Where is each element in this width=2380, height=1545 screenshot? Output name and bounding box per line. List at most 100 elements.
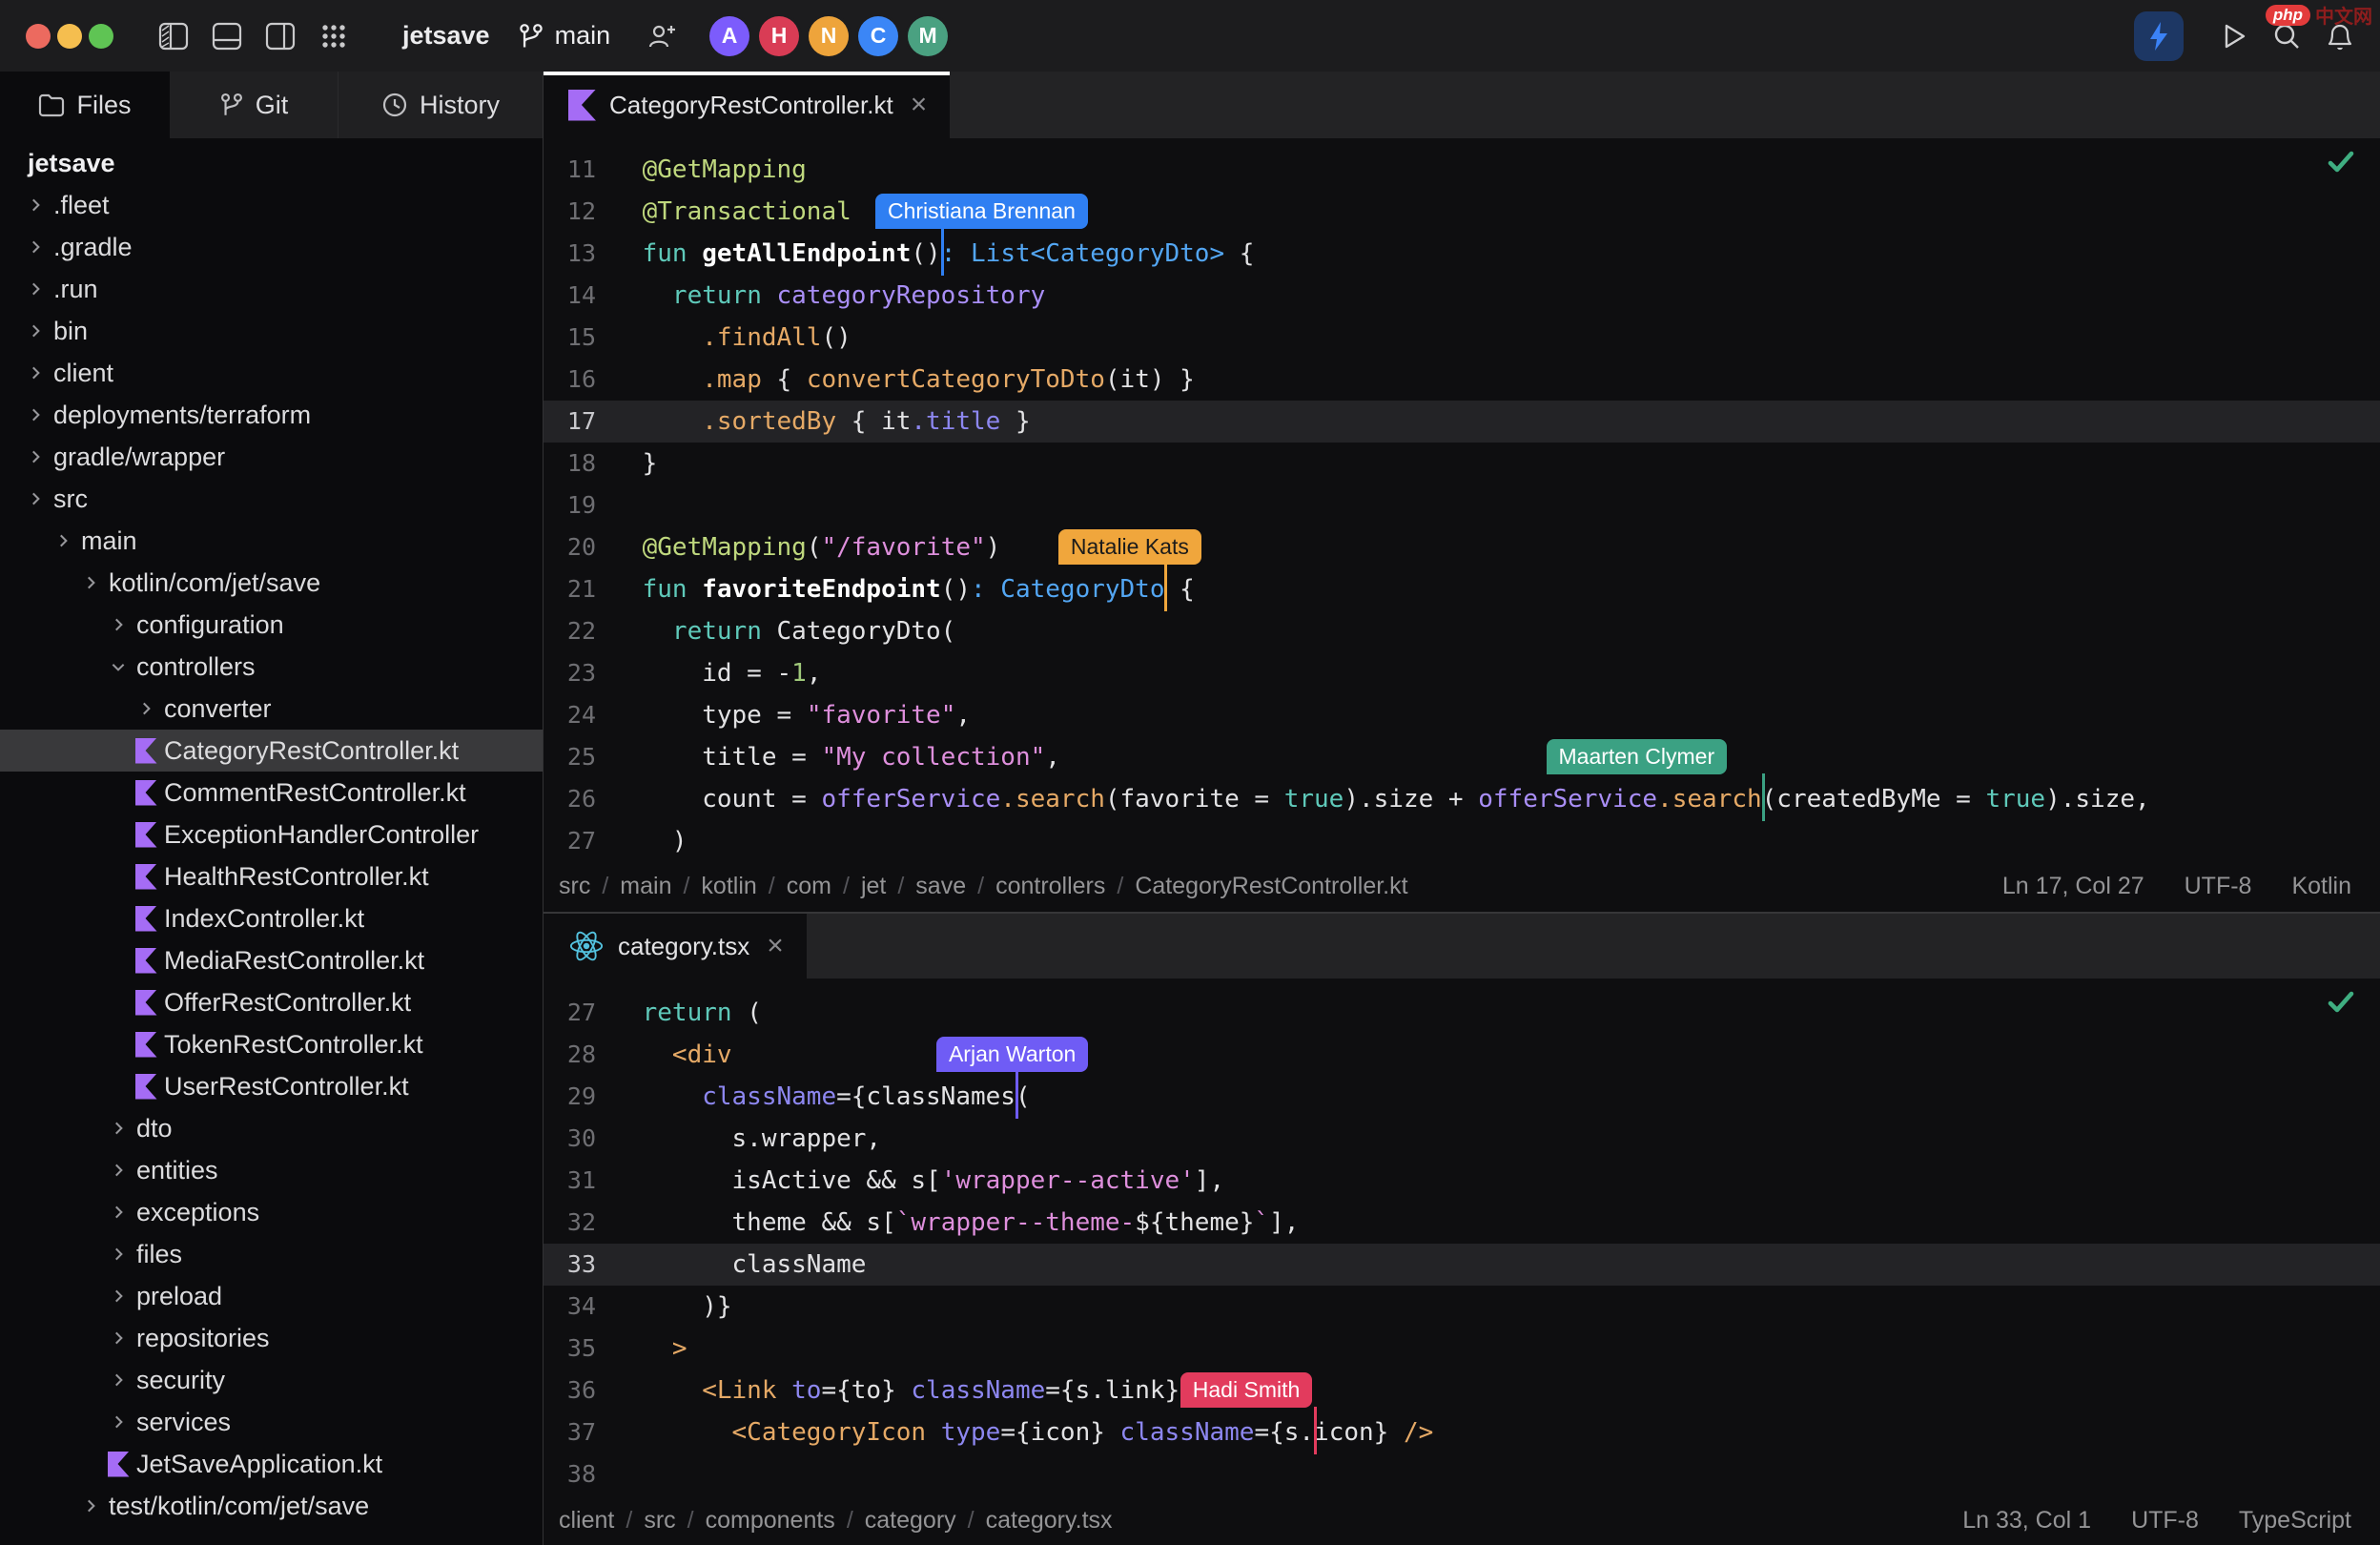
code-line-35[interactable]: 35 > — [544, 1328, 2380, 1370]
code-line-23[interactable]: 23 id = -1, — [544, 652, 2380, 694]
tree-item-userrestcontroller.kt[interactable]: UserRestController.kt — [0, 1065, 543, 1107]
tree-item-deployments-terraform[interactable]: deployments/terraform — [0, 394, 543, 436]
code-line-21[interactable]: 21 fun favoriteEndpoint(): CategoryDto { — [544, 568, 2380, 610]
file-language[interactable]: Kotlin — [2291, 873, 2351, 900]
tree-item-jetsaveapplication.kt[interactable]: JetSaveApplication.kt — [0, 1443, 543, 1485]
code-line-37[interactable]: 37 <CategoryIcon type={icon} className={… — [544, 1411, 2380, 1453]
tree-item-files[interactable]: files — [0, 1233, 543, 1275]
toggle-right-panel-icon[interactable] — [258, 14, 302, 58]
code-line-31[interactable]: 31 isActive && s['wrapper--active'], — [544, 1160, 2380, 1202]
file-encoding[interactable]: UTF-8 — [2185, 873, 2252, 900]
tree-item-exceptionhandlercontroller[interactable]: ExceptionHandlerController — [0, 814, 543, 855]
tree-item-preload[interactable]: preload — [0, 1275, 543, 1317]
tree-item-main[interactable]: main — [0, 520, 543, 562]
tree-item-mediarestcontroller.kt[interactable]: MediaRestController.kt — [0, 939, 543, 981]
editor-tab-CategoryRestController.kt[interactable]: CategoryRestController.kt× — [544, 72, 950, 138]
code-line-27[interactable]: 27 ) — [544, 820, 2380, 860]
breadcrumb-segment[interactable]: category.tsx — [986, 1507, 1113, 1535]
tree-item-gradle-wrapper[interactable]: gradle/wrapper — [0, 436, 543, 478]
code-line-17[interactable]: 17 .sortedBy { it.title } — [544, 401, 2380, 443]
code-line-29[interactable]: 29 className={classNames( — [544, 1076, 2380, 1118]
tree-item-exceptions[interactable]: exceptions — [0, 1191, 543, 1233]
collaboration-active-button[interactable] — [2134, 11, 2184, 61]
code-line-19[interactable]: 19 — [544, 484, 2380, 526]
avatar-natalie-kats[interactable]: N — [809, 16, 849, 56]
avatar-arjan-warton[interactable]: A — [709, 16, 749, 56]
caret-position[interactable]: Ln 17, Col 27 — [2002, 873, 2144, 900]
run-button[interactable] — [2211, 14, 2255, 58]
tree-item-src[interactable]: src — [0, 478, 543, 520]
tree-item-entities[interactable]: entities — [0, 1149, 543, 1191]
breadcrumb-segment[interactable]: jet — [861, 873, 886, 900]
git-branch-selector[interactable]: main — [517, 21, 611, 51]
breadcrumb-segment[interactable]: CategoryRestController.kt — [1135, 873, 1407, 900]
breadcrumb-segment[interactable]: save — [915, 873, 966, 900]
project-name[interactable]: jetsave — [402, 21, 490, 51]
code-line-32[interactable]: 32 theme && s[`wrapper--theme-${theme}`]… — [544, 1202, 2380, 1244]
caret-position[interactable]: Ln 33, Col 1 — [1962, 1507, 2091, 1535]
tree-item-offerrestcontroller.kt[interactable]: OfferRestController.kt — [0, 981, 543, 1023]
file-encoding[interactable]: UTF-8 — [2131, 1507, 2199, 1535]
code-line-18[interactable]: 18 } — [544, 443, 2380, 484]
avatar-christiana-brennan[interactable]: C — [858, 16, 898, 56]
breadcrumb-segment[interactable]: main — [620, 873, 671, 900]
tab-files[interactable]: Files — [0, 72, 170, 138]
tree-item-configuration[interactable]: configuration — [0, 604, 543, 646]
tree-item-.run[interactable]: .run — [0, 268, 543, 310]
workspaces-grid-icon[interactable] — [312, 14, 356, 58]
code-line-22[interactable]: 22 return CategoryDto( — [544, 610, 2380, 652]
minimize-window-button[interactable] — [57, 24, 82, 49]
code-line-24[interactable]: 24 type = "favorite", — [544, 694, 2380, 736]
breadcrumb-segment[interactable]: components — [706, 1507, 835, 1535]
code-line-38[interactable]: 38 — [544, 1453, 2380, 1495]
code-line-13[interactable]: 13 fun getAllEndpoint(): List<CategoryDt… — [544, 233, 2380, 275]
tree-item-client[interactable]: client — [0, 352, 543, 394]
tree-item-.fleet[interactable]: .fleet — [0, 184, 543, 226]
code-line-33[interactable]: 33 className — [544, 1244, 2380, 1286]
tree-item-commentrestcontroller.kt[interactable]: CommentRestController.kt — [0, 772, 543, 814]
close-icon[interactable]: × — [767, 932, 784, 960]
close-icon[interactable]: × — [911, 91, 928, 119]
breadcrumb-segment[interactable]: controllers — [995, 873, 1105, 900]
code-line-20[interactable]: 20 @GetMapping("/favorite") — [544, 526, 2380, 568]
tree-item-dto[interactable]: dto — [0, 1107, 543, 1149]
code-line-12[interactable]: 12 @Transactional — [544, 191, 2380, 233]
tab-history[interactable]: History — [339, 72, 543, 138]
avatar-maarten-clymer[interactable]: M — [908, 16, 948, 56]
file-language[interactable]: TypeScript — [2239, 1507, 2351, 1535]
tree-item-tokenrestcontroller.kt[interactable]: TokenRestController.kt — [0, 1023, 543, 1065]
tree-item-kotlin-com-jet-save[interactable]: kotlin/com/jet/save — [0, 562, 543, 604]
close-window-button[interactable] — [26, 24, 51, 49]
breadcrumb-segment[interactable]: src — [559, 873, 590, 900]
breadcrumb-segment[interactable]: com — [787, 873, 831, 900]
breadcrumb-segment[interactable]: category — [865, 1507, 956, 1535]
tree-item-services[interactable]: services — [0, 1401, 543, 1443]
code-editor-CategoryRestController.kt[interactable]: 11 @GetMapping12 @Transactional13 fun ge… — [544, 138, 2380, 860]
code-line-25[interactable]: 25 title = "My collection", — [544, 736, 2380, 778]
tree-item-test-kotlin-com-jet-save[interactable]: test/kotlin/com/jet/save — [0, 1485, 543, 1527]
code-line-16[interactable]: 16 .map { convertCategoryToDto(it) } — [544, 359, 2380, 401]
toggle-bottom-panel-icon[interactable] — [205, 14, 249, 58]
toggle-left-panel-icon[interactable] — [152, 14, 195, 58]
breadcrumb-segment[interactable]: src — [644, 1507, 675, 1535]
tree-item-categoryrestcontroller.kt[interactable]: CategoryRestController.kt — [0, 730, 543, 772]
code-line-11[interactable]: 11 @GetMapping — [544, 149, 2380, 191]
code-line-14[interactable]: 14 return categoryRepository — [544, 275, 2380, 317]
tree-item-healthrestcontroller.kt[interactable]: HealthRestController.kt — [0, 855, 543, 897]
tab-git[interactable]: Git — [170, 72, 339, 138]
code-line-27[interactable]: 27 return ( — [544, 992, 2380, 1034]
avatar-hadi-smith[interactable]: H — [759, 16, 799, 56]
tree-root-jetsave[interactable]: jetsave — [0, 142, 543, 184]
code-line-30[interactable]: 30 s.wrapper, — [544, 1118, 2380, 1160]
code-editor-category.tsx[interactable]: 27 return (28 <div29 className={classNam… — [544, 978, 2380, 1495]
invite-collaborator-icon[interactable] — [640, 14, 684, 58]
tree-item-converter[interactable]: converter — [0, 688, 543, 730]
code-line-26[interactable]: 26 count = offerService.search(favorite … — [544, 778, 2380, 820]
maximize-window-button[interactable] — [89, 24, 113, 49]
breadcrumb-segment[interactable]: kotlin — [701, 873, 756, 900]
tree-item-security[interactable]: security — [0, 1359, 543, 1401]
tree-item-.gradle[interactable]: .gradle — [0, 226, 543, 268]
tree-item-repositories[interactable]: repositories — [0, 1317, 543, 1359]
code-line-34[interactable]: 34 )} — [544, 1286, 2380, 1328]
tree-item-bin[interactable]: bin — [0, 310, 543, 352]
